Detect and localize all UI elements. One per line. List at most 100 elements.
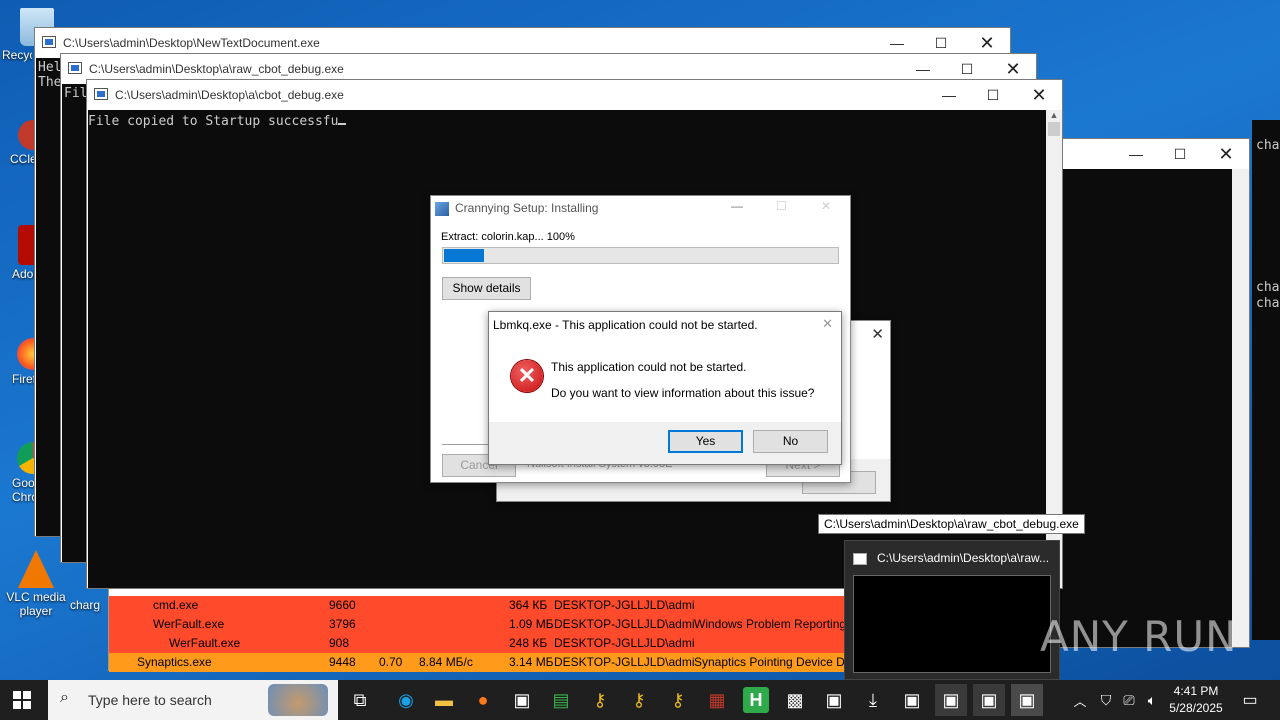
minimize-button[interactable]: — [731,199,743,213]
desktop-icon-label: charg [69,598,101,612]
minimize-button[interactable]: — [1121,143,1151,165]
task-manager-cell-user: DESKTOP-JGLLJLD\admi [554,617,695,631]
key-taskbar-icon[interactable]: ⚷ [584,684,616,716]
maximize-button: ☐ [776,199,787,213]
progress-fill [444,249,484,262]
key-taskbar-icon-3[interactable]: ⚷ [662,684,694,716]
console-area [1052,169,1234,647]
close-icon[interactable]: ✕ [871,325,884,343]
show-details-button[interactable]: Show details [442,277,531,300]
close-button[interactable]: ✕ [998,58,1028,80]
search-icon: ⌕ [60,689,69,706]
edge-taskbar-icon[interactable]: ◉ [390,684,422,716]
maximize-button[interactable]: ☐ [1165,143,1195,165]
installer-title: Crannying Setup: Installing [455,201,599,215]
anyrun-watermark: ANY RUN [1040,612,1238,661]
progress-bar [442,247,839,264]
console-strip: cha cha cha [1252,120,1280,640]
maximize-button[interactable]: ☐ [926,32,956,54]
task-view-button[interactable]: ⧉ [344,684,376,716]
desktop-icon-charg[interactable]: charg [60,598,110,612]
console-taskbar-icon-5[interactable]: ▣ [1011,684,1043,716]
task-manager-cell-name: WerFault.exe [169,636,241,650]
console-window-right[interactable]: — ☐ ✕ [1050,138,1250,648]
h-app-taskbar-icon[interactable]: H [743,687,769,713]
console-line: cha [1256,296,1280,311]
minimize-button[interactable]: — [934,84,964,106]
console-icon [94,88,108,100]
vlc-icon [18,550,54,588]
network-taskbar-icon[interactable]: ▩ [779,684,811,716]
notifications-icon[interactable]: ▭ [1234,684,1266,716]
console-line: cha [1256,280,1280,295]
title-bar[interactable]: C:\Users\admin\Desktop\a\cbot_debug.exe … [87,80,1062,110]
console-line: cha [1256,138,1280,153]
app-taskbar-icon[interactable]: ▤ [545,684,577,716]
taskbar-thumbnail-preview[interactable]: C:\Users\admin\Desktop\a\raw... [844,540,1060,680]
installer-taskbar-icon[interactable]: ▣ [896,684,928,716]
error-dialog[interactable]: Lbmkq.exe - This application could not b… [488,311,842,465]
firefox-taskbar-icon[interactable]: ● [467,684,499,716]
task-manager-cell-user: DESKTOP-JGLLJLD\admi [554,598,695,612]
task-manager-row[interactable]: WerFault.exe 908 248 КБ DESKTOP-JGLLJLD\adm… [109,634,849,653]
installer-title-bar[interactable]: Crannying Setup: Installing — ☐ ✕ [431,196,850,222]
close-button[interactable]: ✕ [822,316,833,332]
yes-button[interactable]: Yes [668,430,743,453]
task-manager-row[interactable]: WerFault.exe 3796 1.09 МБ DESKTOP-JGLLJLD\a… [109,615,849,634]
task-manager-cell-desc: Windows Problem Reporting [694,617,847,631]
task-manager-cell-mem: 3.14 МБ [509,655,554,669]
error-dialog-title: Lbmkq.exe - This application could not b… [493,318,758,332]
clock[interactable]: 4:41 PM 5/28/2025 [1166,683,1226,717]
task-manager-row[interactable]: cmd.exe 9660 364 КБ DESKTOP-JGLLJLD\admi [109,596,849,615]
installer-app-icon [435,202,449,216]
task-manager-cell-pid: 9448 [329,655,356,669]
task-manager-cell-pid: 908 [329,636,350,650]
task-manager-window: cmd.exe 9660 364 КБ DESKTOP-JGLLJLD\admi Wer… [108,575,853,672]
console-taskbar-icon-4[interactable]: ▣ [973,684,1005,716]
search-highlight-icon [268,684,328,716]
minimize-button[interactable]: — [882,32,912,54]
console-taskbar-icon-3[interactable]: ▣ [935,684,967,716]
scrollbar[interactable] [1232,169,1249,647]
no-button[interactable]: No [753,430,828,453]
title-bar[interactable]: — ☐ ✕ [1051,139,1249,169]
clock-time: 4:41 PM [1173,684,1219,698]
volume-tray-icon[interactable]: 🔈︎ [1136,684,1168,716]
close-button[interactable]: ✕ [1211,143,1241,165]
task-manager-cell-disk: 8.84 МБ/с [419,655,473,669]
file-explorer-taskbar-icon[interactable]: ▬ [428,684,460,716]
search-placeholder: Type here to search [88,692,212,708]
window-title: C:\Users\admin\Desktop\a\cbot_debug.exe [115,88,344,102]
download-taskbar-icon[interactable]: ⤓ [857,684,889,716]
task-manager-cell-pid: 3796 [329,617,356,631]
maximize-button[interactable]: ☐ [952,58,982,80]
console-icon [68,62,82,74]
taskbar-tooltip: C:\Users\admin\Desktop\a\raw_cbot_debug.… [818,514,1085,534]
task-manager-cell-mem: 248 КБ [509,636,548,650]
thumbnail-image [853,575,1051,673]
task-manager-cell-mem: 1.09 МБ [509,617,554,631]
clock-date: 5/28/2025 [1169,701,1223,715]
console-line: File copied to Startup successfu [88,114,339,129]
error-message: This application could not be started. [551,360,747,374]
task-manager-cell-name: WerFault.exe [153,617,225,631]
task-manager-row[interactable]: Synaptics.exe 9448 0.70 8.84 МБ/с 3.14 МБ DES… [109,653,849,672]
close-button[interactable]: ✕ [1024,84,1054,106]
archive-taskbar-icon[interactable]: ▦ [701,684,733,716]
taskbar-search-box[interactable]: ⌕ Type here to search [48,680,338,720]
scroll-up-arrow-icon[interactable]: ▲ [1046,110,1062,120]
close-button[interactable]: ✕ [972,32,1002,54]
task-manager-cell-pid: 9660 [329,598,356,612]
maximize-button[interactable]: ☐ [978,84,1008,106]
console-taskbar-icon[interactable]: ▣ [506,684,538,716]
desktop-icon-label: Recycle Bin [2,48,32,62]
console-taskbar-icon-2[interactable]: ▣ [818,684,850,716]
task-manager-cell-user: DESKTOP-JGLLJLD\admi [554,636,695,650]
close-button: ✕ [821,199,832,213]
key-taskbar-icon-2[interactable]: ⚷ [623,684,655,716]
console-icon [853,553,867,565]
scroll-thumb[interactable] [1048,122,1060,136]
minimize-button[interactable]: — [908,58,938,80]
console-icon [42,36,56,48]
start-button[interactable] [6,684,38,716]
